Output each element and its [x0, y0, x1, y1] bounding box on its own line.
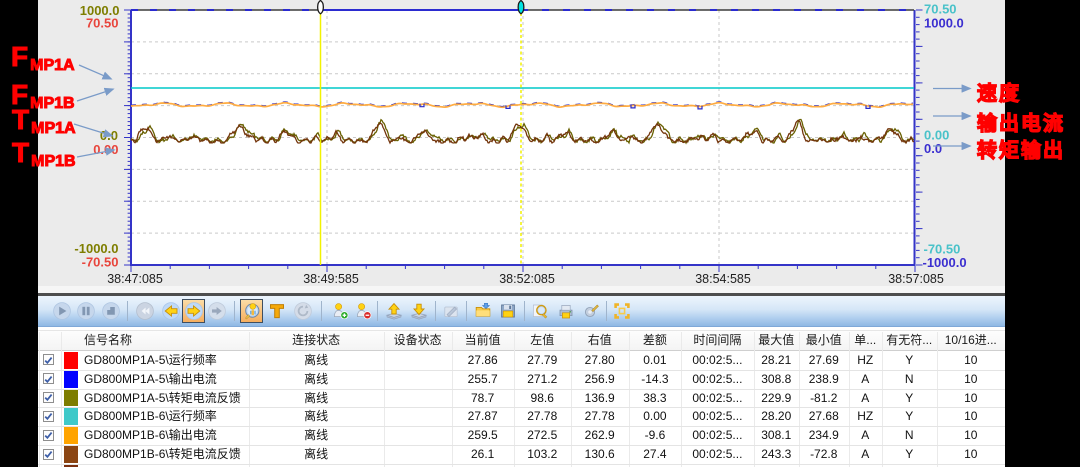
svg-text:0.0: 0.0 [924, 141, 942, 156]
svg-text:-1000.0: -1000.0 [923, 255, 967, 270]
svg-text:38:47:085: 38:47:085 [107, 272, 163, 286]
svg-text:1000.0: 1000.0 [924, 16, 964, 31]
svg-text:70.50: 70.50 [924, 2, 957, 17]
svg-text:38:49:585: 38:49:585 [303, 272, 359, 286]
svg-text:-70.50: -70.50 [82, 255, 119, 270]
svg-text:70.50: 70.50 [86, 16, 119, 31]
svg-text:38:57:085: 38:57:085 [888, 272, 944, 286]
svg-text:0.00: 0.00 [93, 142, 118, 157]
svg-text:38:54:585: 38:54:585 [695, 272, 751, 286]
svg-text:38:52:085: 38:52:085 [499, 272, 555, 286]
